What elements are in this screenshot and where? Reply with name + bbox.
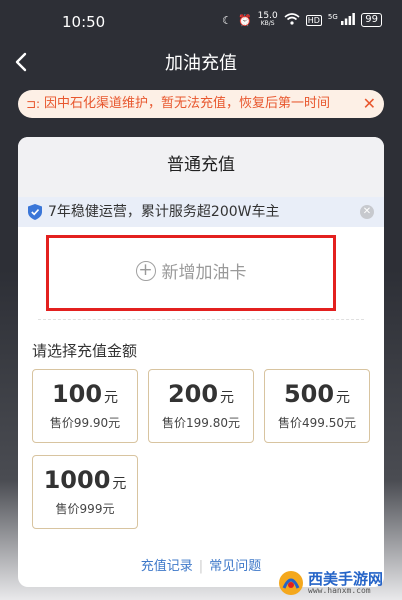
divider [38,319,364,320]
shield-check-icon [28,204,42,220]
watermark-url: www.hanxm.com [308,586,371,595]
nav-bar: 加油充值 [0,44,402,80]
amount-value: 100 元 [33,380,137,408]
notice-text: 因中石化渠道维护，暂无法充值，恢复后第一时间 [44,96,331,111]
amount-value: 500 元 [265,380,369,408]
page-title: 加油充值 [165,53,237,74]
amount-value: 1000 元 [33,466,137,494]
net-speed-unit: KB/S [260,20,275,27]
trust-strip: 7年稳健运营，累计服务超200W车主 ✕ [18,197,384,227]
moon-icon: ☾ [222,13,232,27]
recharge-history-link[interactable]: 充值记录 [141,559,193,574]
amount-number: 100 [51,380,103,408]
battery-indicator: 99 [361,13,382,27]
signal-icon: 5G [327,12,356,28]
hd-badge: HD [305,14,322,26]
footer-separator: | [198,559,204,574]
add-fuel-card-label: 新增加油卡 [161,263,247,283]
amount-unit: 元 [112,476,127,492]
notice-close-button[interactable]: ✕ [363,90,376,118]
amount-option-100[interactable]: 100 元 售价99.90元 [32,369,138,443]
amount-option-500[interactable]: 500 元 售价499.50元 [264,369,370,443]
amount-unit: 元 [336,390,351,406]
amount-number: 200 [167,380,219,408]
amount-unit: 元 [104,390,119,406]
watermark-logo-icon [279,571,303,595]
net-speed-value: 15.0 [257,11,278,21]
wifi-icon [284,12,300,28]
add-fuel-card-content: + 新增加油卡 [49,238,333,308]
amount-price: 售价499.50元 [278,416,356,430]
plus-circle-icon: + [135,261,156,281]
amount-price: 售价999元 [55,502,115,516]
signal-label: 5G [327,12,338,21]
speaker-icon: ⊐: [26,97,41,111]
notice-banner: ⊐: 因中石化渠道维护，暂无法充值，恢复后第一时间 ✕ [18,90,384,118]
status-bar: 10:50 ☾ ⏰ 15.0 KB/S HD 5G 99 [0,0,402,44]
trust-close-button[interactable]: ✕ [360,205,374,219]
site-watermark: 西美手游网 www.hanxm.com [278,568,398,598]
amount-number: 1000 [43,466,111,494]
amount-option-1000[interactable]: 1000 元 售价999元 [32,455,138,529]
amount-number: 500 [283,380,335,408]
amount-price: 售价99.90元 [49,416,121,430]
recharge-card: 普通充值 7年稳健运营，累计服务超200W车主 ✕ + 新增加油卡 请选择充值金额… [18,137,384,587]
card-title: 普通充值 [18,137,384,197]
alarm-icon: ⏰ [237,13,252,27]
status-icons: ☾ ⏰ 15.0 KB/S HD 5G 99 [222,12,382,28]
status-time: 10:50 [62,13,106,31]
amount-price: 售价199.80元 [162,416,240,430]
net-speed: 15.0 KB/S [258,12,278,28]
add-fuel-card-button[interactable]: + 新增加油卡 [46,235,336,311]
faq-link[interactable]: 常见问题 [209,559,261,574]
amount-value: 200 元 [149,380,253,408]
amount-unit: 元 [220,390,235,406]
amount-option-200[interactable]: 200 元 售价199.80元 [148,369,254,443]
amount-section-label: 请选择充值金额 [32,342,138,360]
trust-text: 7年稳健运营，累计服务超200W车主 [48,204,280,220]
